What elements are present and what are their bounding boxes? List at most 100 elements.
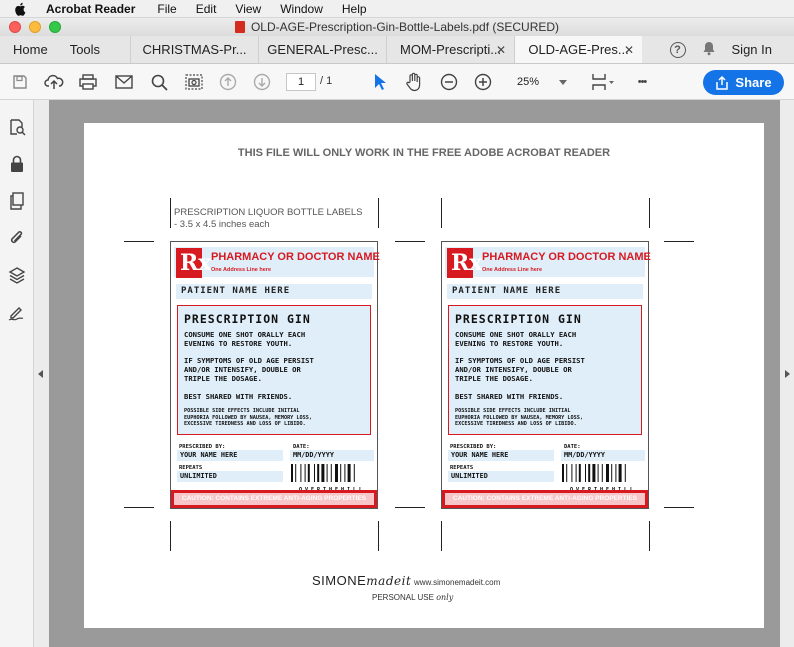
apple-icon[interactable] [14, 2, 28, 16]
barcode-bar [624, 464, 626, 482]
zoom-window-button[interactable] [49, 21, 61, 33]
document-tab[interactable]: GENERAL-Presc... [258, 36, 386, 63]
tab-bar: Home Tools CHRISTMAS-Pr... GENERAL-Presc… [0, 36, 794, 64]
crop-mark [124, 241, 154, 242]
menu-app-name[interactable]: Acrobat Reader [46, 2, 135, 16]
crop-mark [378, 521, 379, 551]
barcode-bar [597, 464, 599, 482]
repeats-value: UNLIMITED [177, 471, 283, 482]
document-tab-active[interactable]: OLD-AGE-Pres... ✕ [514, 36, 643, 63]
lock-icon[interactable] [7, 154, 27, 174]
website-text: www.simonemadeit.com [414, 578, 501, 587]
zoom-level-select[interactable]: 25% [506, 73, 572, 91]
minimize-window-button[interactable] [29, 21, 41, 33]
crop-mark [395, 507, 425, 508]
pages-thumbnails-icon[interactable] [7, 191, 27, 211]
snapshot-camera-icon[interactable] [184, 72, 204, 92]
more-tools-icon[interactable]: ••• [632, 72, 652, 92]
document-tab[interactable]: MOM-Prescripti... ✕ [386, 36, 514, 63]
patient-name: PATIENT NAME HERE [176, 284, 372, 299]
tools-tab[interactable]: Tools [70, 36, 130, 63]
select-cursor-icon[interactable] [370, 72, 390, 92]
save-icon[interactable] [10, 72, 30, 92]
barcode-bar [585, 464, 586, 482]
caution-banner: CAUTION: CONTAINS EXTREME ANTI-AGING PRO… [442, 490, 648, 508]
crop-mark [664, 241, 694, 242]
barcode-bar [300, 464, 302, 482]
menu-view[interactable]: View [235, 2, 261, 16]
close-tab-icon[interactable]: ✕ [496, 43, 506, 57]
menu-file[interactable]: File [157, 2, 176, 16]
barcode-bar [592, 464, 596, 482]
barcode: OVERTHEHILL [290, 464, 374, 493]
barcode-bar [601, 464, 603, 482]
attachment-icon[interactable] [7, 228, 27, 248]
layers-icon[interactable] [7, 265, 27, 285]
organize-pages-icon[interactable] [7, 117, 27, 137]
search-icon[interactable] [149, 72, 169, 92]
previous-page-icon[interactable] [218, 72, 238, 92]
crop-mark [170, 198, 171, 228]
side-effects: POSSIBLE SIDE EFFECTS INCLUDE INITIAL EU… [455, 408, 583, 428]
crop-mark [649, 521, 650, 551]
title-bar: OLD-AGE-Prescription-Gin-Bottle-Labels.p… [0, 18, 794, 36]
window-controls [9, 21, 61, 33]
barcode-bar [295, 464, 297, 482]
zoom-out-icon[interactable] [439, 72, 459, 92]
barcode-bar [291, 464, 293, 482]
drug-name: PRESCRIPTION GIN [455, 312, 582, 326]
personal-use-text: PERSONAL USE only [372, 593, 453, 602]
crop-mark [441, 198, 442, 228]
patient-name: PATIENT NAME HERE [447, 284, 643, 299]
dose-line: CONSUME ONE SHOT ORALLY EACH [455, 330, 577, 339]
prescription-box: PRESCRIPTION GIN CONSUME ONE SHOT ORALLY… [177, 305, 371, 435]
pharmacy-address: One Address Line here [211, 267, 272, 273]
document-tab[interactable]: CHRISTMAS-Pr... [130, 36, 258, 63]
close-window-button[interactable] [9, 21, 21, 33]
print-icon[interactable] [78, 72, 98, 92]
close-tab-icon[interactable]: ✕ [624, 43, 634, 57]
caution-banner: CAUTION: CONTAINS EXTREME ANTI-AGING PRO… [171, 490, 377, 508]
crop-mark [664, 507, 694, 508]
barcode-bar [571, 464, 573, 482]
barcode-bar [344, 464, 346, 482]
home-tab[interactable]: Home [0, 36, 70, 63]
barcode-bars [291, 464, 355, 482]
menu-help[interactable]: Help [342, 2, 367, 16]
share-button-label: Share [735, 75, 772, 90]
upload-cloud-icon[interactable] [44, 72, 64, 92]
prescribed-value: YOUR NAME HERE [448, 450, 554, 461]
rx-logo: Rx [176, 248, 211, 278]
dose-line: EVENING TO RESTORE YOUTH. [184, 339, 293, 348]
date-value: MM/DD/YYYY [290, 450, 374, 461]
label-caption-line1: PRESCRIPTION LIQUOR BOTTLE LABELS [174, 207, 363, 218]
page-display-icon[interactable] [590, 72, 616, 92]
dose-line: EVENING TO RESTORE YOUTH. [455, 339, 564, 348]
expand-left-panel-icon[interactable] [38, 370, 43, 378]
sign-in-link[interactable]: Sign In [732, 42, 772, 57]
crop-mark [378, 198, 379, 228]
notifications-bell-icon[interactable] [702, 41, 716, 59]
personal-use-script: only [436, 593, 454, 602]
share-button[interactable]: Share [703, 70, 784, 95]
expand-right-panel-icon[interactable] [785, 370, 790, 378]
barcode-bar [562, 464, 564, 482]
sign-pen-icon[interactable] [7, 302, 27, 322]
warning-line: TRIPLE THE DOSAGE. [455, 374, 533, 383]
next-page-icon[interactable] [252, 72, 272, 92]
help-icon[interactable]: ? [669, 41, 686, 58]
barcode-bar [578, 464, 581, 482]
barcode-bar [575, 464, 577, 482]
zoom-in-icon[interactable] [473, 72, 493, 92]
menu-window[interactable]: Window [280, 2, 323, 16]
hand-tool-icon[interactable] [404, 72, 424, 92]
barcode-bar [304, 464, 306, 482]
menu-edit[interactable]: Edit [196, 2, 217, 16]
pharmacy-address: One Address Line here [482, 267, 543, 273]
page-number-input[interactable]: 1 [286, 73, 316, 91]
email-icon[interactable] [114, 72, 134, 92]
rx-logo: Rx [447, 248, 482, 278]
barcode-bar [618, 464, 622, 482]
left-tools-sidebar [0, 100, 34, 647]
share-icon [716, 75, 729, 90]
